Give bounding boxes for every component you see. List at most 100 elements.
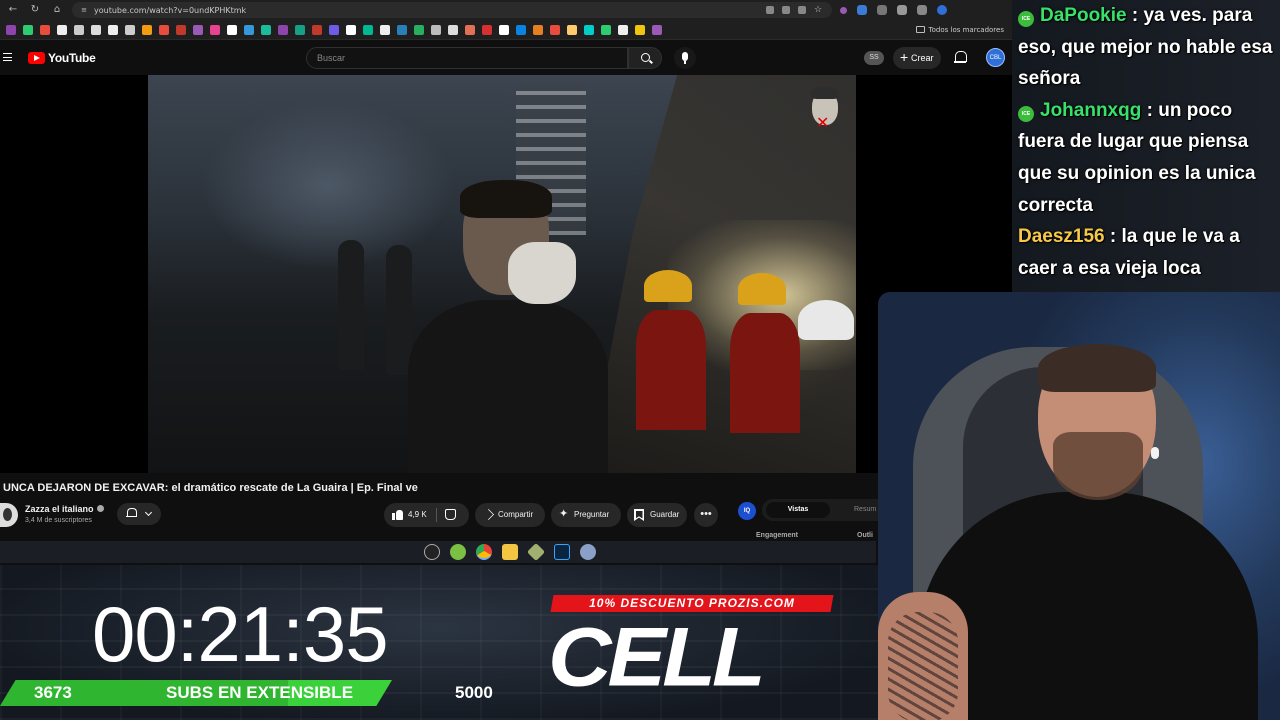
bookmark-icon[interactable]: [57, 24, 67, 35]
bookmark-icon[interactable]: [363, 24, 373, 35]
bookmark-icon[interactable]: [278, 24, 288, 35]
search-input[interactable]: Buscar: [306, 47, 628, 69]
browser-window: ← ↻ ⌂ ≡ youtube.com/watch?v=0undKPHKtmk …: [0, 0, 1012, 565]
install-icon[interactable]: [782, 6, 790, 14]
divider: [436, 508, 437, 522]
notifications-bell-icon[interactable]: [954, 51, 967, 64]
more-actions-button[interactable]: •••: [694, 503, 718, 527]
app-icon[interactable]: [450, 544, 466, 560]
extension-icon[interactable]: [840, 6, 847, 14]
chat-username[interactable]: Johannxqg: [1040, 100, 1141, 121]
bookmark-icon[interactable]: [584, 24, 594, 35]
app-icon[interactable]: [580, 544, 596, 560]
chat-username[interactable]: Daesz156: [1018, 226, 1105, 247]
share-button[interactable]: Compartir: [475, 503, 545, 527]
bookmark-icon[interactable]: [227, 24, 237, 35]
vidiq-icon[interactable]: IQ: [738, 502, 756, 520]
bookmark-icon[interactable]: [652, 24, 662, 35]
puzzle-icon[interactable]: [897, 5, 907, 15]
address-bar[interactable]: ≡ youtube.com/watch?v=0undKPHKtmk ☆: [72, 2, 832, 18]
menu-icon[interactable]: [917, 5, 927, 15]
bookmark-icon[interactable]: [295, 24, 305, 35]
ask-button[interactable]: ✦ Preguntar: [551, 503, 621, 527]
search-button[interactable]: [628, 47, 662, 69]
bookmark-icon[interactable]: [210, 24, 220, 35]
bell-icon: [126, 508, 137, 519]
voice-search-button[interactable]: [674, 47, 696, 69]
bookmark-icon[interactable]: [448, 24, 458, 35]
extension-icon[interactable]: [857, 5, 867, 15]
bookmark-icon[interactable]: [601, 24, 611, 35]
bookmark-icon[interactable]: [550, 24, 560, 35]
bookmark-icon[interactable]: [397, 24, 407, 35]
subscription-bell-button[interactable]: [117, 503, 161, 525]
chat-username[interactable]: DaPookie: [1040, 5, 1127, 26]
bookmark-icon[interactable]: [312, 24, 322, 35]
promo-text: 10% DESCUENTO PROZIS.COM: [589, 596, 795, 610]
profile-badge[interactable]: SS: [864, 51, 884, 65]
photoshop-icon[interactable]: [554, 544, 570, 560]
chrome-icon[interactable]: [476, 544, 492, 560]
bookmark-icon[interactable]: [618, 24, 628, 35]
zoom-icon[interactable]: [766, 6, 774, 14]
bookmark-icon[interactable]: [465, 24, 475, 35]
bookmark-icon[interactable]: [176, 24, 186, 35]
bookmark-icon[interactable]: [159, 24, 169, 35]
bookmark-icon[interactable]: [6, 24, 16, 35]
bookmark-icon[interactable]: [91, 24, 101, 35]
folder-icon[interactable]: [502, 544, 518, 560]
share-page-icon[interactable]: [798, 6, 806, 14]
chat-badge-icon: ICE: [1018, 105, 1034, 122]
back-icon[interactable]: ←: [6, 3, 20, 17]
bookmark-icon[interactable]: [414, 24, 424, 35]
bookmark-icon[interactable]: [516, 24, 526, 35]
bookmark-star-icon[interactable]: ☆: [814, 6, 822, 15]
bookmark-icon[interactable]: [23, 24, 33, 35]
bookmark-icon[interactable]: [193, 24, 203, 35]
thumbs-down-icon[interactable]: [445, 509, 456, 520]
all-bookmarks-button[interactable]: Todos los marcadores: [915, 26, 1012, 34]
thumbs-up-icon[interactable]: [392, 509, 403, 520]
bookmark-icon[interactable]: [74, 24, 84, 35]
bookmark-icon[interactable]: [40, 24, 50, 35]
account-avatar[interactable]: CBL: [986, 48, 1005, 67]
bookmark-icon[interactable]: [635, 24, 645, 35]
subscriber-count: 3,4 M de suscriptores: [25, 517, 92, 524]
home-icon[interactable]: ⌂: [50, 3, 64, 17]
bookmark-icon[interactable]: [567, 24, 577, 35]
site-info-icon[interactable]: ≡: [80, 6, 88, 14]
bookmark-icon[interactable]: [482, 24, 492, 35]
hamburger-menu-icon[interactable]: [3, 53, 12, 61]
bookmark-icon[interactable]: [431, 24, 441, 35]
subs-current: 3673: [34, 683, 72, 702]
like-count[interactable]: 4,9 K: [408, 503, 427, 527]
channel-avatar[interactable]: [0, 503, 18, 527]
streamer-beard: [1053, 432, 1143, 500]
bookmark-icon[interactable]: [533, 24, 543, 35]
app-icon[interactable]: [526, 542, 546, 562]
video-title: UNCA DEJARON DE EXCAVAR: el dramático re…: [3, 482, 418, 494]
outlier-label: Outli: [857, 532, 873, 539]
video-player[interactable]: ✕: [148, 75, 856, 473]
create-button[interactable]: Crear: [893, 46, 941, 69]
bookmark-icon[interactable]: [380, 24, 390, 35]
save-button[interactable]: Guardar: [627, 503, 687, 527]
chat-badge-icon: ICE: [1018, 11, 1034, 27]
bookmark-icon[interactable]: [244, 24, 254, 35]
youtube-logo[interactable]: YouTube: [28, 51, 96, 65]
bookmark-icon[interactable]: [346, 24, 356, 35]
channel-watermark[interactable]: ✕: [808, 87, 842, 133]
bookmark-icon[interactable]: [329, 24, 339, 35]
tab-vistas[interactable]: Vistas: [766, 502, 830, 518]
obs-icon[interactable]: [424, 544, 440, 560]
reload-icon[interactable]: ↻: [28, 3, 42, 17]
bookmark-icon[interactable]: [108, 24, 118, 35]
bookmark-icon[interactable]: [499, 24, 509, 35]
bookmark-icon[interactable]: [142, 24, 152, 35]
channel-name[interactable]: Zazza el italiano: [25, 504, 94, 514]
bookmark-icon[interactable]: [261, 24, 271, 35]
extension-icon[interactable]: [877, 5, 887, 15]
profile-icon[interactable]: [937, 5, 947, 15]
tab-resumen[interactable]: Resum: [854, 502, 876, 518]
bookmark-icon[interactable]: [125, 24, 135, 35]
